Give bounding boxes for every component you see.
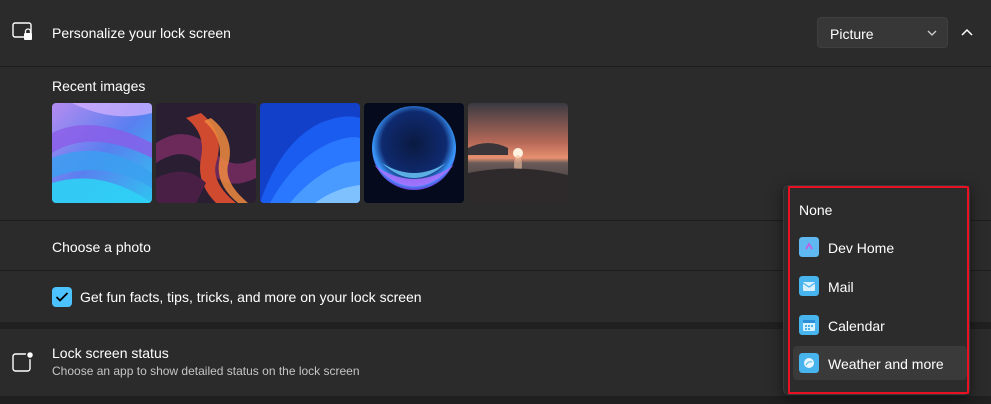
lock-screen-status-icon (12, 351, 34, 372)
dropdown-selected-value: Picture (830, 26, 874, 42)
checkmark-icon (55, 292, 69, 302)
fun-facts-label: Get fun facts, tips, tricks, and more on… (80, 289, 422, 305)
recent-image-thumbnail[interactable] (468, 103, 568, 203)
lock-screen-settings-page: Personalize your lock screen Picture Rec… (0, 0, 991, 404)
recent-image-thumbnail[interactable] (364, 103, 464, 203)
lock-screen-status-description: Choose an app to show detailed status on… (52, 364, 360, 378)
recent-image-thumbnail[interactable] (52, 103, 152, 203)
background-type-dropdown[interactable]: Picture (817, 17, 948, 48)
personalize-lock-screen-row[interactable]: Personalize your lock screen Picture (0, 0, 991, 66)
choose-photo-label: Choose a photo (52, 239, 151, 255)
personalize-lock-screen-title: Personalize your lock screen (52, 25, 231, 41)
lock-screen-status-title: Lock screen status (52, 345, 169, 361)
chevron-down-icon (927, 30, 937, 36)
divider (0, 66, 991, 67)
recent-image-thumbnail[interactable] (156, 103, 256, 203)
recent-image-thumbnail[interactable] (260, 103, 360, 203)
chevron-up-icon[interactable] (960, 26, 974, 38)
lock-screen-icon (12, 22, 32, 40)
highlight-annotation-box (788, 186, 969, 394)
recent-images-label: Recent images (52, 78, 146, 94)
fun-facts-checkbox[interactable] (52, 287, 72, 307)
